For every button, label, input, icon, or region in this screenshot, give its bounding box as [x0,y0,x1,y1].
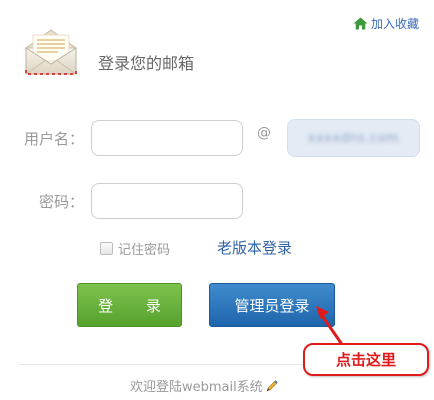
at-sign: @ [257,125,271,141]
username-input[interactable] [91,120,243,156]
password-input[interactable] [91,183,243,219]
click-here-callout: 点击这里 [303,343,429,376]
remember-password-option[interactable]: 记住密码 [100,239,170,258]
add-favorite-link[interactable]: 加入收藏 [353,15,419,32]
add-favorite-label: 加入收藏 [370,17,419,31]
welcome-text: 欢迎登陆webmail系统 [130,380,263,395]
footer: 欢迎登陆webmail系统 [130,376,279,395]
envelope-icon [24,29,78,75]
footer-divider [18,364,303,365]
remember-password-label: 记住密码 [118,243,171,258]
page-title: 登录您的邮箱 [98,54,195,73]
arrow-icon [316,306,343,345]
login-button[interactable]: 登 录 [77,283,182,327]
pen-icon [266,379,278,391]
home-icon [353,17,368,30]
domain-field: xxxxdns.com [287,119,420,157]
old-version-login-link[interactable]: 老版本登录 [217,237,292,258]
remember-password-checkbox[interactable] [100,242,113,255]
username-label: 用户名： [23,130,84,148]
password-label: 密码： [38,193,84,211]
domain-value: xxxxdns.com [307,130,400,146]
